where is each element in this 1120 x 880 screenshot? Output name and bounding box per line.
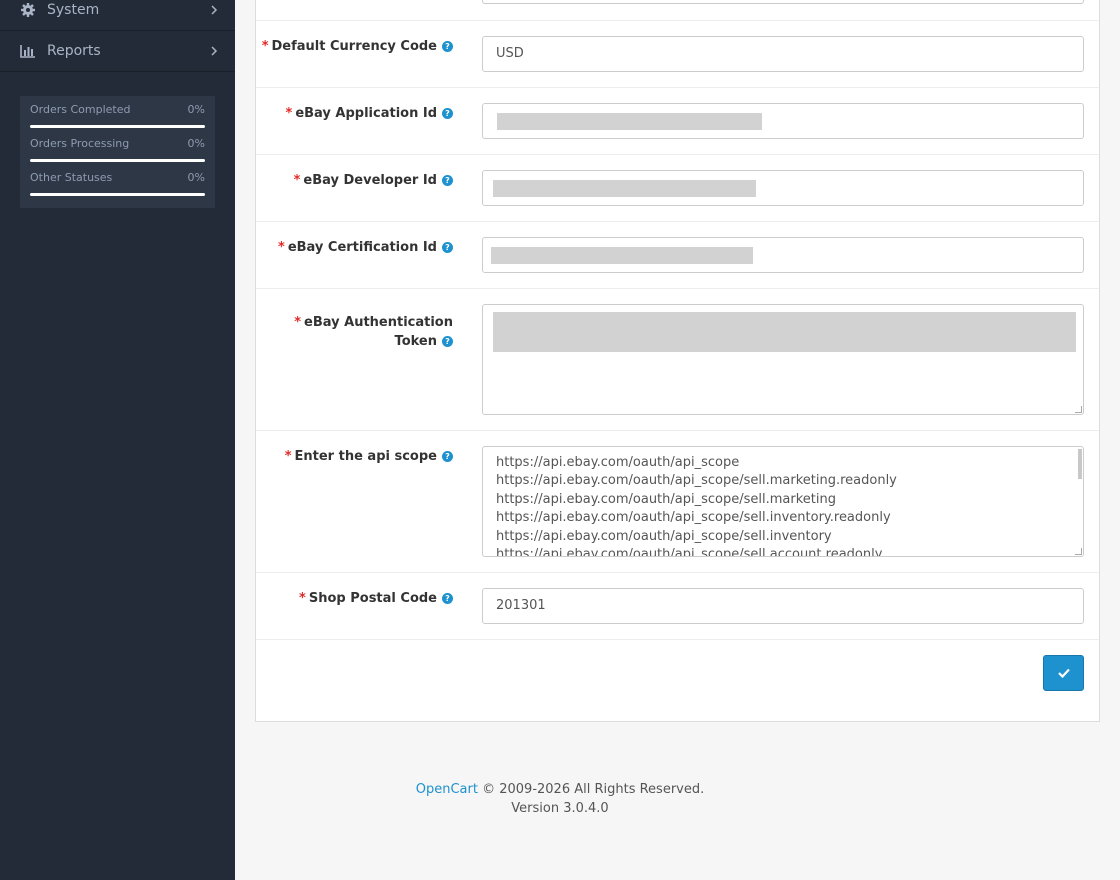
help-icon[interactable]: ?: [442, 242, 453, 253]
required-mark: *: [299, 591, 306, 606]
resize-handle[interactable]: [1075, 406, 1082, 413]
nav-item-system[interactable]: System: [0, 0, 235, 30]
help-icon[interactable]: ?: [442, 336, 453, 347]
footer: OpenCart © 2009-2026 All Rights Reserved…: [255, 780, 865, 818]
dev-id-input[interactable]: [482, 170, 1084, 206]
stat-orders-processing: Orders Processing 0%: [30, 130, 205, 164]
app-id-input[interactable]: [482, 103, 1084, 139]
field-label: * Enter the api scope?: [285, 447, 453, 466]
stat-value: 0%: [187, 171, 205, 184]
scrollbar-thumb[interactable]: [1078, 449, 1082, 479]
chevron-right-icon: [211, 46, 218, 56]
opencart-link[interactable]: OpenCart: [416, 782, 478, 797]
footer-copyright-line: OpenCart © 2009-2026 All Rights Reserved…: [255, 780, 865, 799]
label-text: Default Currency Code: [271, 39, 437, 54]
nav-divider: [0, 71, 235, 72]
form-group-app-id: * eBay Application Id?: [256, 87, 1099, 154]
progress-bar: [30, 125, 205, 128]
checkmark-icon: [1057, 668, 1070, 678]
version-text: Version 3.0.4.0: [511, 801, 609, 816]
field-label: * eBay Authentication Token?: [263, 313, 453, 351]
save-button[interactable]: [1043, 655, 1084, 691]
field-label: * eBay Developer Id?: [294, 171, 453, 190]
scope-line: https://api.ebay.com/oauth/api_scope/sel…: [496, 473, 897, 489]
bar-chart-icon: [20, 45, 35, 58]
stat-label: Other Statuses: [30, 171, 113, 184]
form-group-cert-id: * eBay Certification Id?: [256, 221, 1099, 288]
label-text: eBay Certification Id: [287, 240, 437, 255]
progress-bar: [30, 159, 205, 162]
label-text: Shop Postal Code: [308, 591, 437, 606]
form-group-postal: * Shop Postal Code? 201301: [256, 572, 1099, 639]
stat-value: 0%: [187, 103, 205, 116]
required-mark: *: [293, 173, 301, 188]
field-label: * eBay Certification Id?: [278, 238, 453, 257]
postal-code-input[interactable]: 201301: [482, 588, 1084, 624]
redacted-value: [491, 247, 753, 264]
scope-line: https://api.ebay.com/oauth/api_scope/sel…: [496, 510, 891, 526]
redacted-value: [497, 113, 762, 130]
form-group-token: * eBay Authentication Token?: [256, 288, 1099, 430]
stat-label: Orders Processing: [30, 137, 130, 150]
api-scope-lines: https://api.ebay.com/oauth/api_scope htt…: [496, 454, 1070, 556]
redacted-value: [493, 312, 1076, 352]
label-text: Enter the api scope: [294, 449, 437, 464]
nav-item-reports[interactable]: Reports: [0, 31, 235, 71]
stat-label: Orders Completed: [30, 103, 131, 116]
stat-orders-completed: Orders Completed 0%: [30, 96, 205, 130]
help-icon[interactable]: ?: [442, 175, 453, 186]
scope-line: https://api.ebay.com/oauth/api_scope/sel…: [496, 491, 836, 507]
form-group-dev-id: * eBay Developer Id?: [256, 154, 1099, 221]
label-text: eBay Application Id: [295, 106, 437, 121]
redacted-value: [493, 180, 756, 197]
gear-icon: [21, 3, 35, 17]
field-label: * Default Currency Code?: [262, 37, 453, 56]
resize-handle[interactable]: [1075, 548, 1082, 555]
required-mark: *: [285, 106, 293, 121]
required-mark: *: [284, 449, 292, 464]
chevron-right-icon: [211, 5, 218, 15]
progress-bar: [30, 193, 205, 196]
auth-token-textarea[interactable]: [482, 304, 1084, 415]
help-icon[interactable]: ?: [442, 451, 453, 462]
help-icon[interactable]: ?: [442, 41, 453, 52]
stat-value: 0%: [187, 137, 205, 150]
nav-label-reports: Reports: [47, 43, 101, 59]
field-label: * eBay Application Id?: [285, 104, 453, 123]
required-mark: *: [294, 315, 302, 330]
field-label: * Shop Postal Code?: [299, 589, 453, 608]
help-icon[interactable]: ?: [442, 593, 453, 604]
copyright-text: © 2009-2026 All Rights Reserved.: [477, 782, 705, 797]
scope-line: https://api.ebay.com/oauth/api_scope/sel…: [496, 547, 883, 556]
order-stats-panel: Orders Completed 0% Orders Processing 0% O…: [20, 96, 215, 208]
form-actions: [256, 639, 1099, 721]
nav-label-system: System: [47, 2, 100, 18]
previous-field-input[interactable]: [482, 0, 1084, 4]
stat-other-statuses: Other Statuses 0%: [30, 164, 205, 198]
api-scope-textarea[interactable]: https://api.ebay.com/oauth/api_scope htt…: [482, 446, 1084, 557]
scope-line: https://api.ebay.com/oauth/api_scope/sel…: [496, 528, 832, 544]
label-text: eBay Developer Id: [303, 173, 437, 188]
help-icon[interactable]: ?: [442, 108, 453, 119]
required-mark: *: [278, 240, 285, 255]
currency-code-input[interactable]: USD: [482, 36, 1084, 72]
label-text: eBay Authentication Token: [304, 315, 453, 349]
form-group-currency: * Default Currency Code? USD: [256, 20, 1099, 87]
cert-id-input[interactable]: [482, 237, 1084, 273]
form-group-api-scope: * Enter the api scope? https://api.ebay.c…: [256, 430, 1099, 572]
settings-form-panel: * Default Currency Code? USD * eBay Applic…: [255, 0, 1100, 722]
scope-line: https://api.ebay.com/oauth/api_scope: [496, 455, 740, 470]
required-mark: *: [261, 39, 269, 54]
sidebar: System Reports Orders Completed 0% Orders…: [0, 0, 235, 880]
